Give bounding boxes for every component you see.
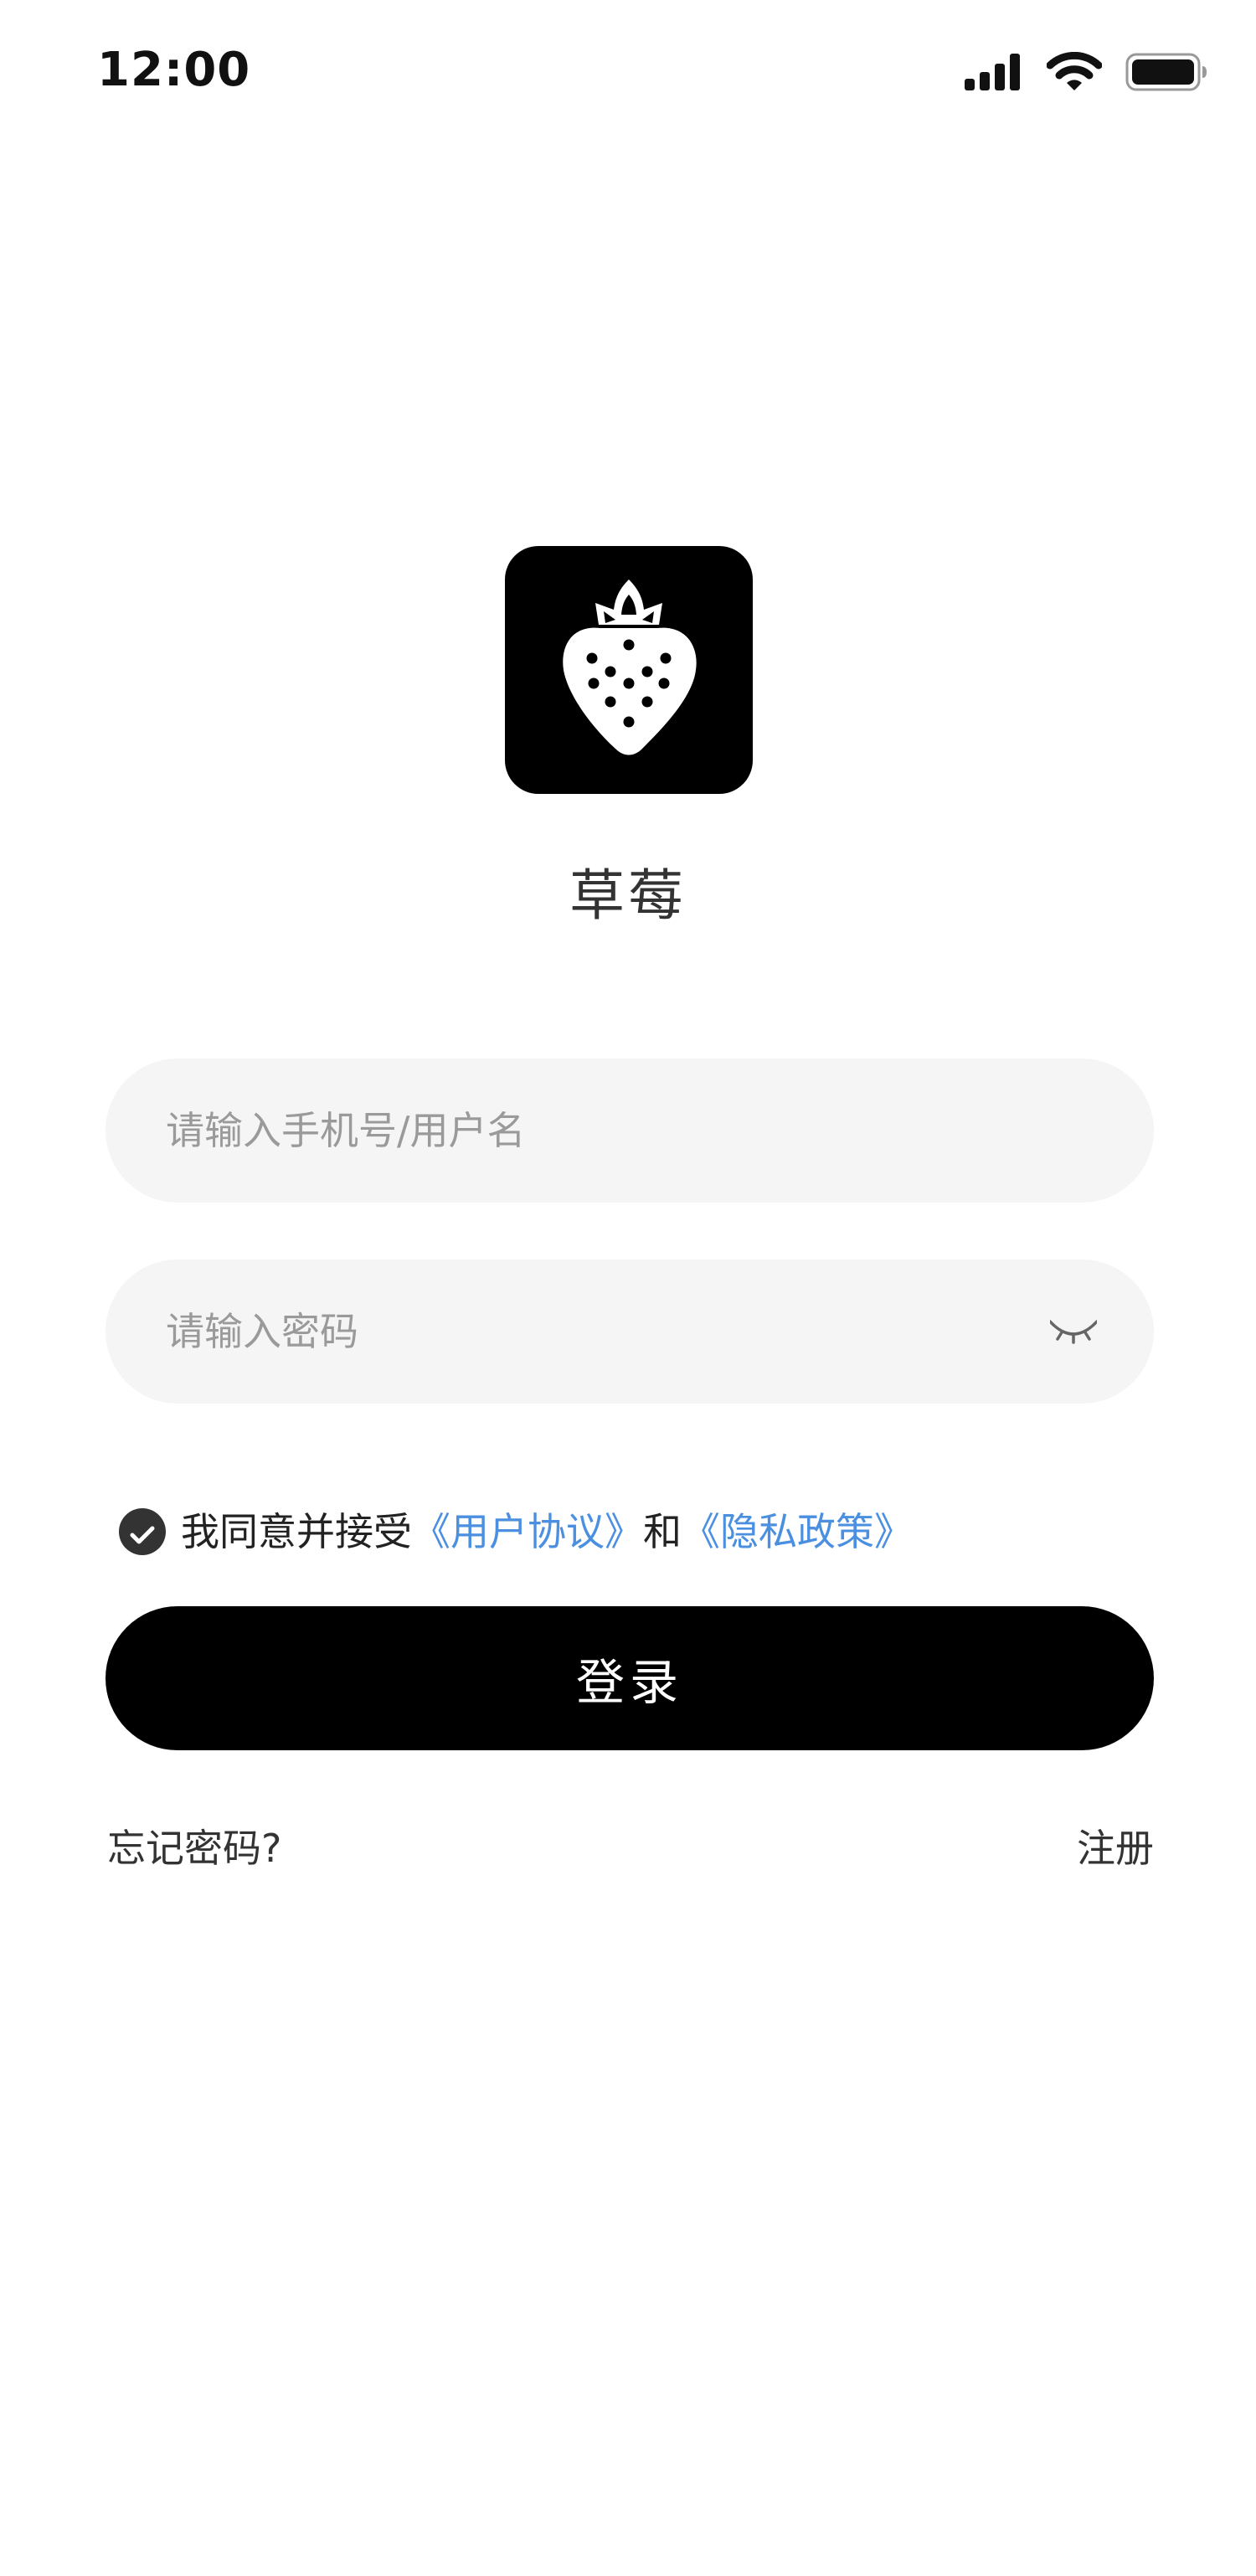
status-time: 12:00 bbox=[97, 43, 251, 97]
battery-icon bbox=[1125, 53, 1207, 95]
password-input[interactable] bbox=[106, 1260, 1154, 1404]
eye-closed-icon[interactable] bbox=[1047, 1308, 1100, 1355]
agreement-checkbox[interactable] bbox=[119, 1508, 166, 1555]
status-bar: 12:00 bbox=[0, 0, 1256, 151]
login-button[interactable]: 登录 bbox=[106, 1606, 1154, 1750]
wifi-icon bbox=[1046, 51, 1103, 95]
app-logo bbox=[505, 546, 753, 794]
agreement-row: 我同意并接受 《用户协议》 和 《隐私政策》 bbox=[119, 1502, 913, 1561]
cellular-signal-icon bbox=[965, 54, 1023, 94]
username-input[interactable] bbox=[106, 1059, 1154, 1203]
username-field[interactable] bbox=[106, 1059, 1154, 1203]
register-link[interactable]: 注册 bbox=[1077, 1819, 1154, 1878]
user-agreement-link[interactable]: 《用户协议》 bbox=[412, 1502, 643, 1561]
agreement-prefix: 我同意并接受 bbox=[181, 1509, 412, 1554]
agreement-conjunction: 和 bbox=[643, 1509, 682, 1554]
status-icons bbox=[965, 51, 1207, 95]
privacy-policy-link[interactable]: 《隐私政策》 bbox=[682, 1502, 913, 1561]
check-icon bbox=[130, 1502, 155, 1561]
password-field[interactable] bbox=[106, 1260, 1154, 1404]
strawberry-icon bbox=[553, 576, 704, 764]
forgot-password-link[interactable]: 忘记密码? bbox=[107, 1819, 281, 1878]
app-name: 草莓 bbox=[569, 863, 687, 928]
